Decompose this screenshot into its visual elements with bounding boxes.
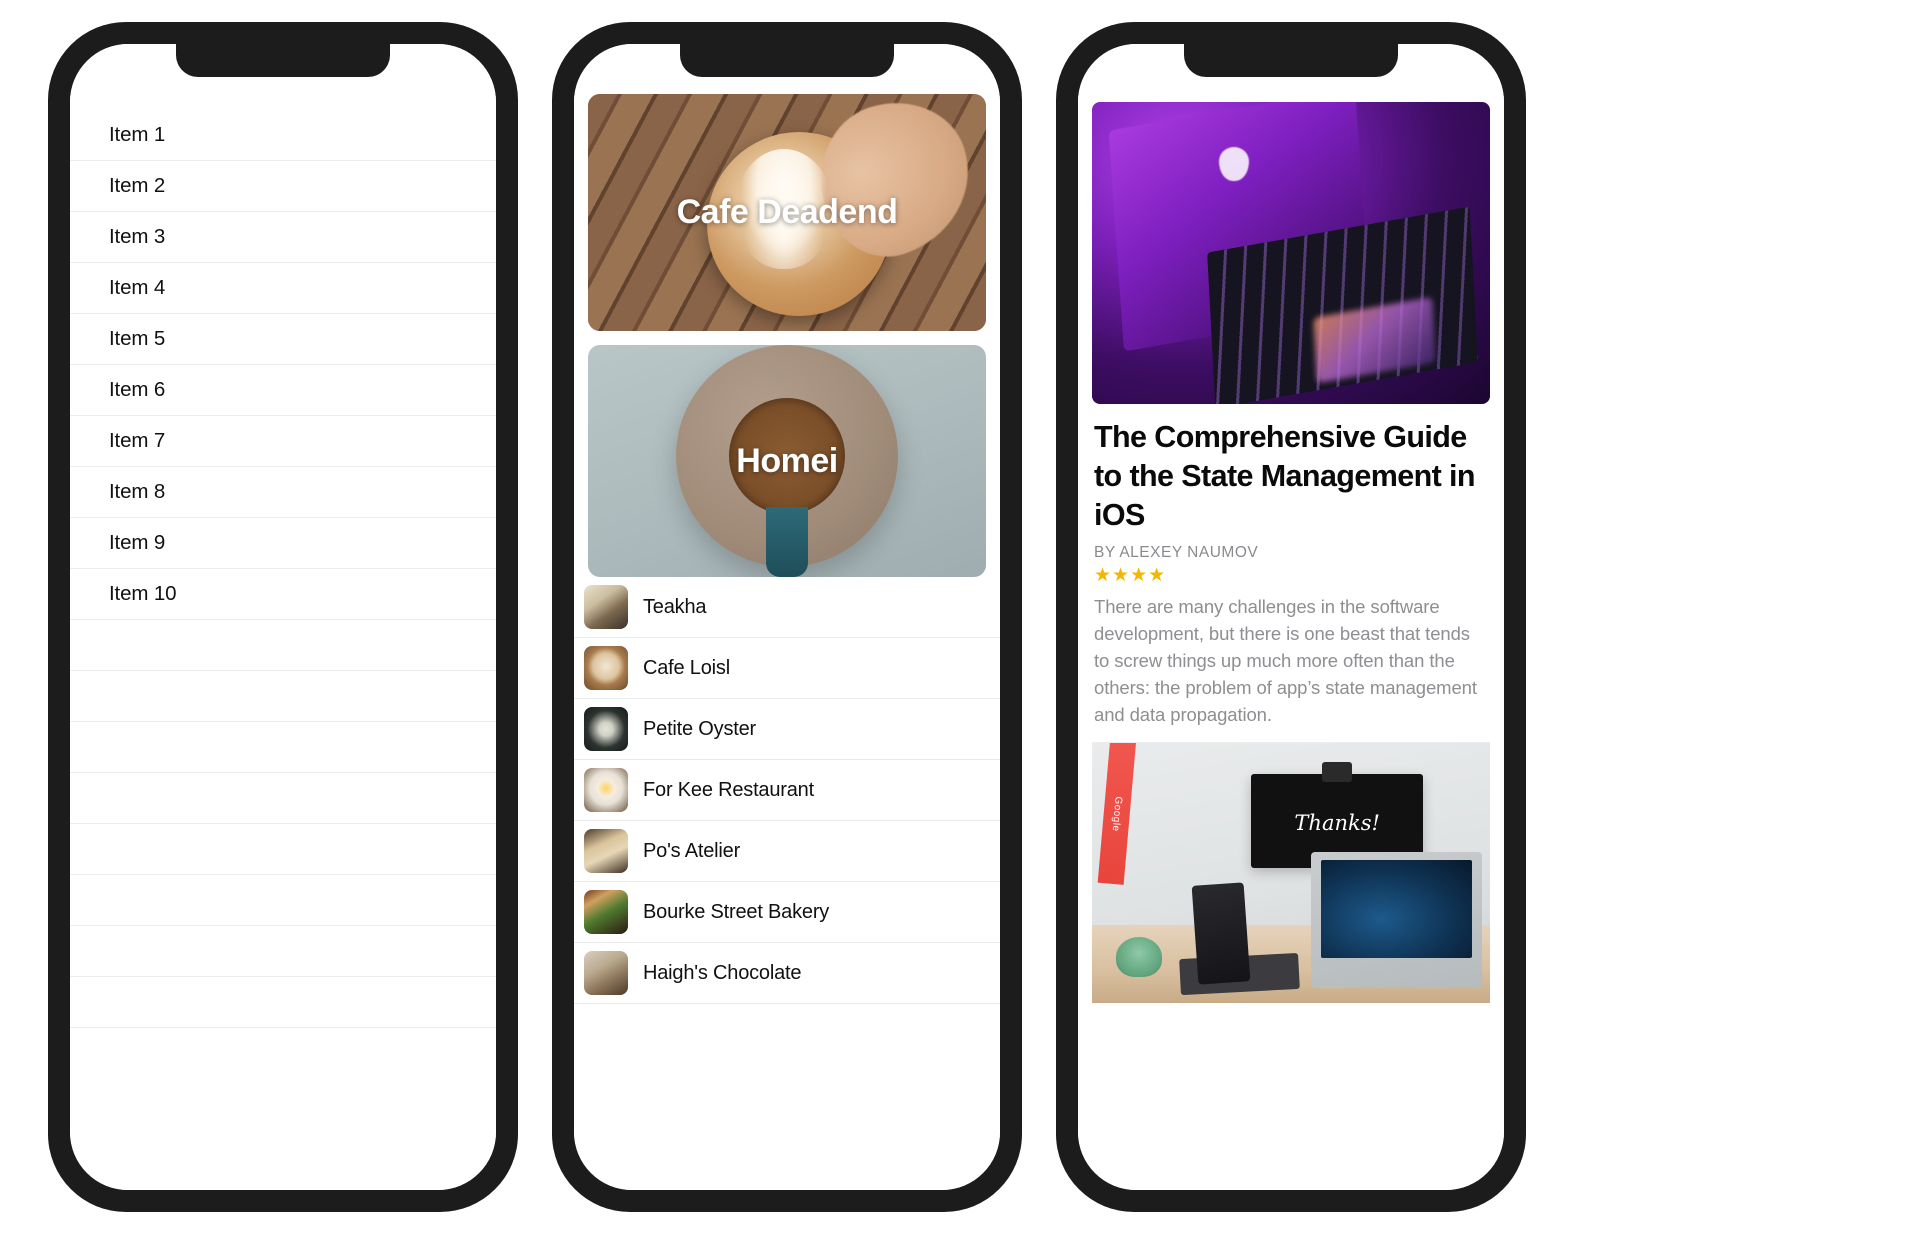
phone-on-desk-element — [1192, 881, 1251, 984]
laptop-display-element — [1321, 860, 1472, 958]
article-body-text: There are many challenges in the softwar… — [1094, 596, 1477, 726]
hero-card-cafe-deadend[interactable]: Cafe Deadend — [588, 94, 986, 331]
hero-card-label: Cafe Deadend — [676, 193, 898, 231]
restaurant-feed[interactable]: Cafe Deadend Homei Teakha Cafe Loisl Petit… — [574, 44, 1000, 1190]
article-content[interactable]: The Comprehensive Guide to the State Man… — [1078, 44, 1504, 1190]
list-item-label: For Kee Restaurant — [643, 778, 814, 801]
list-item-empty — [70, 722, 496, 773]
list-item[interactable]: Item 2 — [70, 161, 496, 212]
list-item-empty — [70, 875, 496, 926]
hero-card-homei[interactable]: Homei — [588, 345, 986, 577]
list-item-label: Haigh's Chocolate — [643, 961, 802, 984]
list-item[interactable]: Item 5 — [70, 314, 496, 365]
article-hero-image — [1092, 102, 1490, 404]
phone-3-screen: The Comprehensive Guide to the State Man… — [1078, 44, 1504, 1190]
list-item[interactable]: Haigh's Chocolate — [574, 943, 1000, 1004]
notch-icon-3 — [1184, 44, 1398, 77]
phone-1-screen: Item 1 Item 2 Item 3 Item 4 Item 5 Item 6 Item… — [70, 44, 496, 1190]
list-item-empty — [70, 977, 496, 1028]
phone-frame-1: Item 1 Item 2 Item 3 Item 4 Item 5 Item 6 Item… — [48, 22, 518, 1212]
list-item[interactable]: Item 8 — [70, 467, 496, 518]
list-item[interactable]: Item 10 — [70, 569, 496, 620]
rating-stars: ★★★★ — [1094, 565, 1167, 587]
list-item-label: Po's Atelier — [643, 839, 741, 862]
list-item[interactable]: Petite Oyster — [574, 699, 1000, 760]
list-item-empty — [70, 773, 496, 824]
list-item[interactable]: For Kee Restaurant — [574, 760, 1000, 821]
hand-photo-element — [800, 94, 986, 273]
latte-thumbnail — [584, 646, 628, 690]
google-lanyard-element: Google — [1097, 743, 1137, 885]
laptop-on-desk-element — [1310, 852, 1483, 988]
sandwich-and-drink-thumbnail — [584, 890, 628, 934]
article-title: The Comprehensive Guide to the State Man… — [1094, 420, 1476, 533]
oyster-platter-thumbnail — [584, 707, 628, 751]
list-item[interactable]: Item 1 — [70, 110, 496, 161]
list-item[interactable]: Teakha — [574, 577, 1000, 638]
list-item-label: Petite Oyster — [643, 717, 756, 740]
list-item-empty — [70, 824, 496, 875]
hero-card-label: Homei — [736, 441, 838, 480]
teapot-thumbnail — [584, 585, 628, 629]
article-second-image: Google Thanks! — [1092, 742, 1490, 1004]
list-item-label: Teakha — [643, 595, 707, 618]
list-item[interactable]: Item 3 — [70, 212, 496, 263]
list-item[interactable]: Po's Atelier — [574, 821, 1000, 882]
three-phone-mockup-stage: Item 1 Item 2 Item 3 Item 4 Item 5 Item 6 Item… — [0, 0, 1920, 1243]
notch-icon-1 — [176, 44, 390, 77]
thanks-sign-label: Thanks! — [1294, 811, 1380, 836]
fried-egg-plate-thumbnail — [584, 768, 628, 812]
list-item-empty — [70, 620, 496, 671]
list-item-empty — [70, 671, 496, 722]
lanyard-label: Google — [1109, 795, 1124, 832]
list-item[interactable]: Item 6 — [70, 365, 496, 416]
plain-list[interactable]: Item 1 Item 2 Item 3 Item 4 Item 5 Item 6 Item… — [70, 44, 496, 1190]
chocolate-thumbnail — [584, 951, 628, 995]
phone-frame-3: The Comprehensive Guide to the State Man… — [1056, 22, 1526, 1212]
bread-loaf-thumbnail — [584, 829, 628, 873]
restaurant-list[interactable]: Teakha Cafe Loisl Petite Oyster For Kee Res… — [574, 577, 1000, 1004]
cup-handle-element — [766, 507, 808, 577]
list-item-label: Bourke Street Bakery — [643, 900, 830, 923]
phone-frame-2: Cafe Deadend Homei Teakha Cafe Loisl Petit… — [552, 22, 1022, 1212]
article-byline: BY ALEXEY NAUMOV — [1094, 544, 1259, 562]
list-item[interactable]: Item 7 — [70, 416, 496, 467]
binder-clip-icon — [1322, 762, 1353, 783]
list-item[interactable]: Item 9 — [70, 518, 496, 569]
list-item-empty — [70, 926, 496, 977]
list-item-label: Cafe Loisl — [643, 656, 730, 679]
plant-element — [1115, 937, 1162, 978]
phone-2-screen: Cafe Deadend Homei Teakha Cafe Loisl Petit… — [574, 44, 1000, 1190]
list-item[interactable]: Cafe Loisl — [574, 638, 1000, 699]
list-item[interactable]: Bourke Street Bakery — [574, 882, 1000, 943]
notch-icon-2 — [680, 44, 894, 77]
list-item[interactable]: Item 4 — [70, 263, 496, 314]
